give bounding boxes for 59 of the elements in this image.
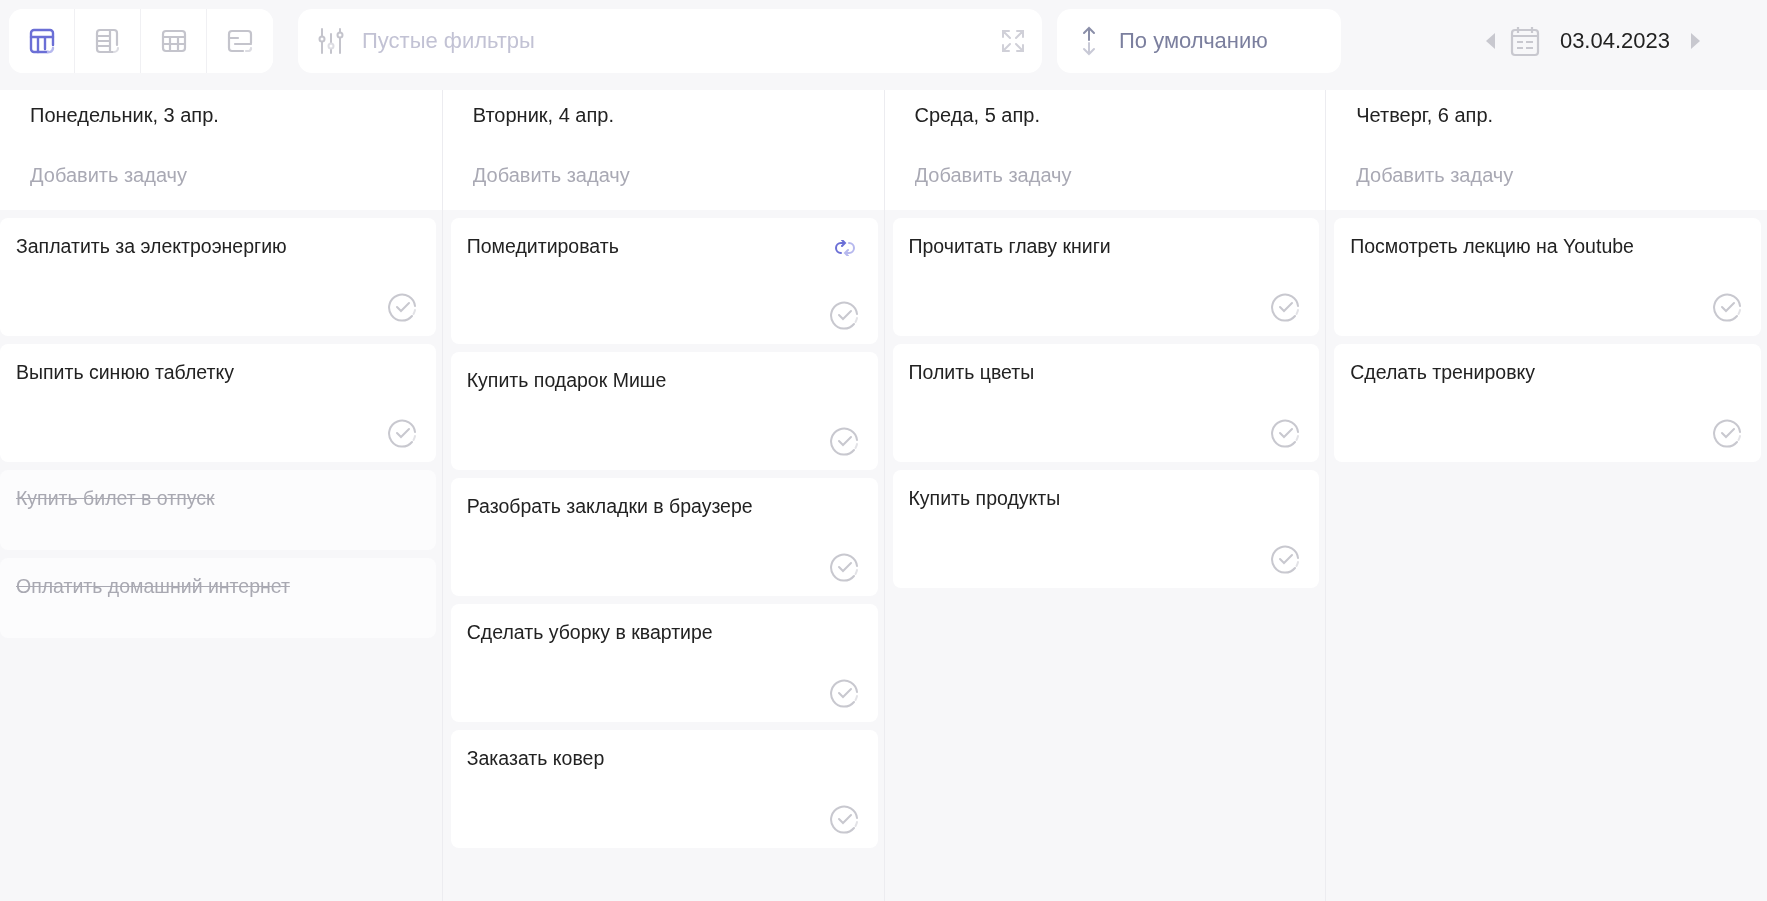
- sort-button[interactable]: По умолчанию: [1057, 9, 1341, 73]
- task-title: Сделать тренировку: [1350, 361, 1536, 383]
- task-card[interactable]: Сделать тренировку: [1334, 344, 1761, 462]
- complete-check-icon[interactable]: [829, 300, 860, 330]
- calendar-icon[interactable]: [1509, 25, 1540, 57]
- add-task-field[interactable]: Добавить задачу: [30, 164, 412, 187]
- task-title: Посмотреть лекцию на Youtube: [1350, 235, 1634, 257]
- expand-icon[interactable]: [1000, 28, 1026, 54]
- day-title: Среда, 5 апр.: [914, 104, 1041, 128]
- task-card[interactable]: Купить подарок Мише: [450, 352, 878, 470]
- complete-check-icon[interactable]: [387, 418, 418, 448]
- task-card[interactable]: Посмотреть лекцию на Youtube: [1334, 218, 1761, 336]
- task-title: Купить билет в отпуск: [16, 487, 215, 509]
- filter-input[interactable]: Пустые фильтры: [360, 27, 986, 55]
- day-title: Четверг, 6 апр.: [1356, 104, 1495, 128]
- task-title: Разобрать закладки в браузере: [466, 495, 753, 517]
- task-title: Купить подарок Мише: [466, 369, 667, 391]
- task-card[interactable]: Полить цветы: [892, 344, 1320, 462]
- repeat-icon: [833, 240, 856, 256]
- board-view-icon: [27, 27, 56, 55]
- add-task-field[interactable]: Добавить задачу: [914, 164, 1296, 187]
- complete-check-icon[interactable]: [829, 426, 860, 456]
- task-title: Полить цветы: [908, 361, 1035, 383]
- filter-sliders-icon: [316, 26, 346, 56]
- complete-check-icon[interactable]: [387, 292, 418, 322]
- next-arrow-icon[interactable]: [1690, 31, 1702, 51]
- complete-check-icon[interactable]: [829, 678, 860, 708]
- task-card[interactable]: Разобрать закладки в браузере: [450, 478, 878, 596]
- task-title: Прочитать главу книги: [908, 235, 1111, 257]
- task-card[interactable]: Заказать ковер: [450, 730, 878, 848]
- complete-check-icon[interactable]: [1271, 292, 1302, 322]
- task-title: Заплатить за электроэнергию: [16, 235, 287, 257]
- list-view-icon: [93, 27, 122, 55]
- current-date: 03.04.2023: [1559, 28, 1670, 54]
- task-title: Купить продукты: [908, 487, 1061, 509]
- complete-check-icon[interactable]: [1271, 418, 1302, 448]
- complete-check-icon[interactable]: [1271, 544, 1302, 574]
- day-title: Вторник, 4 апр.: [472, 104, 615, 128]
- task-card[interactable]: Помедитировать: [450, 218, 878, 344]
- filter-field[interactable]: Пустые фильтры: [298, 9, 1042, 73]
- task-title: Выпить синюю таблетку: [16, 361, 234, 383]
- task-title: Оплатить домашний интернет: [16, 575, 290, 597]
- task-card[interactable]: Заплатить за электроэнергию: [0, 218, 436, 336]
- task-card[interactable]: Купить продукты: [892, 470, 1320, 588]
- complete-check-icon[interactable]: [1713, 292, 1743, 322]
- complete-check-icon[interactable]: [829, 804, 860, 834]
- task-title: Помедитировать: [466, 235, 619, 257]
- task-card[interactable]: Прочитать главу книги: [892, 218, 1320, 336]
- day-title: Понедельник, 3 апр.: [30, 104, 220, 128]
- add-task-field[interactable]: Добавить задачу: [472, 164, 854, 187]
- task-card[interactable]: Сделать уборку в квартире: [450, 604, 878, 722]
- add-task-field[interactable]: Добавить задачу: [1356, 164, 1737, 187]
- task-title: Заказать ковер: [466, 747, 605, 769]
- table-view-icon: [159, 27, 188, 55]
- task-card[interactable]: Выпить синюю таблетку: [0, 344, 436, 462]
- task-title: Сделать уборку в квартире: [466, 621, 713, 643]
- complete-check-icon[interactable]: [1713, 418, 1743, 448]
- complete-check-icon[interactable]: [829, 552, 860, 582]
- timeline-view-icon: [226, 27, 254, 55]
